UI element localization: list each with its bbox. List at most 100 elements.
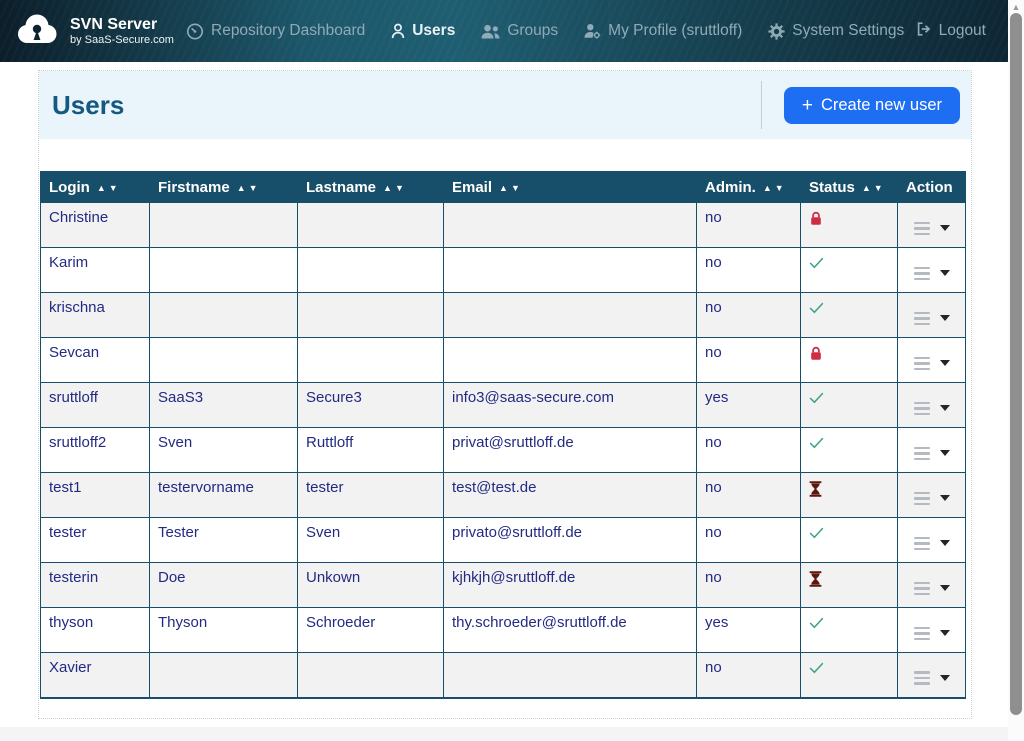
chevron-down-icon xyxy=(940,495,950,501)
brand[interactable]: SVN Server by SaaS-Secure.com xyxy=(0,11,180,52)
cell-admin: no xyxy=(697,203,801,248)
hamburger-menu-icon xyxy=(914,447,930,461)
table-row: Karimno xyxy=(41,248,966,293)
row-action-menu-button[interactable] xyxy=(912,263,952,285)
hamburger-menu-icon xyxy=(914,357,930,371)
table-row: sruttloffSaaS3Secure3info3@saas-secure.c… xyxy=(41,383,966,428)
nav-item-label: Repository Dashboard xyxy=(211,22,365,40)
logout-label: Logout xyxy=(939,22,986,40)
cell-lastname: tester xyxy=(298,473,444,518)
cell-admin: yes xyxy=(697,383,801,428)
column-header-lastname[interactable]: Lastname▲▼ xyxy=(298,172,444,203)
cell-admin: no xyxy=(697,518,801,563)
row-action-menu-button[interactable] xyxy=(912,443,952,465)
column-header-email[interactable]: Email▲▼ xyxy=(444,172,697,203)
cell-lastname xyxy=(298,653,444,698)
cell-lastname xyxy=(298,248,444,293)
nav-item-users[interactable]: Users xyxy=(391,22,455,40)
hamburger-menu-icon xyxy=(914,582,930,596)
cell-admin: no xyxy=(697,428,801,473)
lock-icon xyxy=(809,346,823,366)
sort-asc-icon: ▲ xyxy=(862,183,874,193)
chevron-down-icon xyxy=(940,405,950,411)
column-header-firstname[interactable]: Firstname▲▼ xyxy=(150,172,298,203)
column-label: Lastname xyxy=(306,179,376,196)
hamburger-menu-icon xyxy=(914,402,930,416)
cell-status xyxy=(801,383,898,428)
cell-login: Sevcan xyxy=(41,338,150,383)
cell-login: sruttloff2 xyxy=(41,428,150,473)
table-row: testerTesterSvenprivato@sruttloff.deno xyxy=(41,518,966,563)
cell-email xyxy=(444,293,697,338)
chevron-down-icon xyxy=(940,450,950,456)
cell-action xyxy=(898,608,966,653)
create-new-user-button[interactable]: + Create new user xyxy=(784,87,960,124)
brand-subtitle: by SaaS-Secure.com xyxy=(70,34,174,47)
cell-status xyxy=(801,608,898,653)
row-action-menu-button[interactable] xyxy=(912,533,952,555)
cell-login: sruttloff xyxy=(41,383,150,428)
table-row: Xavierno xyxy=(41,653,966,698)
cell-email: kjhkjh@sruttloff.de xyxy=(444,563,697,608)
cell-action xyxy=(898,473,966,518)
cell-firstname: testervorname xyxy=(150,473,298,518)
nav-item-my-profile-sruttloff[interactable]: My Profile (sruttloff) xyxy=(584,22,742,40)
cloud-lock-logo xyxy=(14,11,60,52)
cell-action xyxy=(898,203,966,248)
column-label: Login xyxy=(49,179,90,196)
scrollbar-up-icon[interactable]: ▲ xyxy=(1008,1,1024,13)
sort-asc-icon: ▲ xyxy=(499,183,511,193)
hamburger-menu-icon xyxy=(914,312,930,326)
hamburger-menu-icon xyxy=(914,492,930,506)
cell-lastname xyxy=(298,203,444,248)
sort-asc-icon: ▲ xyxy=(97,183,109,193)
content-container: Users + Create new user Login▲▼Firstname… xyxy=(38,70,972,719)
cell-email xyxy=(444,338,697,383)
sort-desc-icon: ▼ xyxy=(775,183,787,193)
row-action-menu-button[interactable] xyxy=(912,578,952,600)
row-action-menu-button[interactable] xyxy=(912,398,952,420)
row-action-menu-button[interactable] xyxy=(912,488,952,510)
chevron-down-icon xyxy=(940,585,950,591)
create-new-user-label: Create new user xyxy=(821,96,942,115)
footer-band xyxy=(0,727,1008,741)
cell-action xyxy=(898,563,966,608)
cell-action xyxy=(898,293,966,338)
table-body: ChristinenoKarimnokrischnanoSevcannosrut… xyxy=(41,203,966,698)
cell-status xyxy=(801,518,898,563)
row-action-menu-button[interactable] xyxy=(912,623,952,645)
row-action-menu-button[interactable] xyxy=(912,667,952,689)
column-header-admin[interactable]: Admin.▲▼ xyxy=(697,172,801,203)
nav-item-repository-dashboard[interactable]: Repository Dashboard xyxy=(186,22,365,40)
users-table-wrap: Login▲▼Firstname▲▼Lastname▲▼Email▲▼Admin… xyxy=(40,171,971,699)
row-action-menu-button[interactable] xyxy=(912,218,952,240)
cell-status xyxy=(801,293,898,338)
column-header-action: Action xyxy=(898,172,966,203)
page-scrollbar[interactable]: ▲ xyxy=(1008,0,1024,741)
row-action-menu-button[interactable] xyxy=(912,308,952,330)
nav-item-logout[interactable]: Logout xyxy=(916,0,986,62)
row-action-menu-button[interactable] xyxy=(912,353,952,375)
column-header-status[interactable]: Status▲▼ xyxy=(801,172,898,203)
table-row: Christineno xyxy=(41,203,966,248)
table-row: krischnano xyxy=(41,293,966,338)
cell-status xyxy=(801,473,898,518)
scrollbar-thumb[interactable] xyxy=(1010,13,1022,715)
lock-icon xyxy=(809,211,823,231)
nav-item-system-settings[interactable]: System Settings xyxy=(768,22,904,40)
cell-status xyxy=(801,563,898,608)
sort-desc-icon: ▼ xyxy=(109,183,121,193)
column-header-login[interactable]: Login ▲▼ xyxy=(41,172,150,203)
check-icon xyxy=(809,436,824,453)
table-row: Sevcanno xyxy=(41,338,966,383)
nav-menu: Repository Dashboard Users Groups My Profil… xyxy=(186,22,904,40)
hamburger-menu-icon xyxy=(914,222,930,236)
logout-icon xyxy=(916,21,932,42)
sort-asc-icon: ▲ xyxy=(383,183,395,193)
nav-item-groups[interactable]: Groups xyxy=(481,22,558,40)
cell-action xyxy=(898,518,966,563)
cell-firstname xyxy=(150,338,298,383)
cell-status xyxy=(801,338,898,383)
page-title: Users xyxy=(39,90,761,121)
cell-status xyxy=(801,653,898,698)
